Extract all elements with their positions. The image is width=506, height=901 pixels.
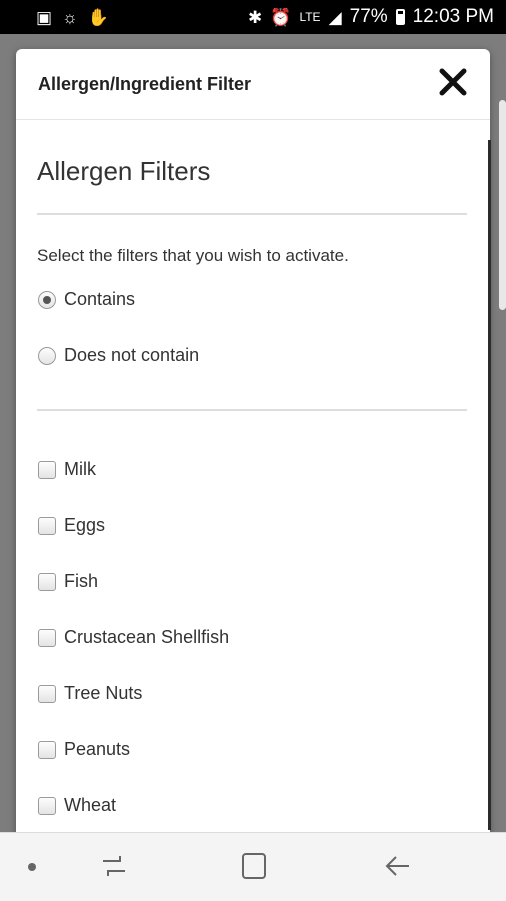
recents-icon (103, 856, 125, 876)
filter-modal: Allergen/Ingredient Filter Allergen Filt… (16, 49, 490, 849)
checkbox-crustacean-shellfish[interactable]: Crustacean Shellfish (38, 627, 229, 648)
dot-icon (28, 863, 36, 871)
checkbox-label: Crustacean Shellfish (64, 627, 230, 647)
status-bar: ▣ ☼ ✋ ✱ ⏰ LTE ◢ 77% 12:03 PM (0, 0, 506, 34)
checkbox-tree-nuts[interactable]: Tree Nuts (38, 683, 142, 704)
checkbox[interactable] (38, 684, 56, 703)
notification-icon: ✋ (87, 7, 109, 27)
checkbox-label: Eggs (64, 515, 106, 535)
brightness-icon: ☼ (62, 7, 78, 27)
clock: 12:03 PM (412, 6, 494, 27)
home-icon (242, 853, 266, 879)
checkbox[interactable] (38, 460, 56, 479)
checkbox-milk[interactable]: Milk (38, 459, 96, 480)
radio-label: Does not contain (64, 345, 200, 365)
gallery-icon: ▣ (36, 7, 53, 27)
page-scrollbar[interactable] (499, 100, 506, 310)
section-title: Allergen Filters (37, 156, 211, 186)
instructions: Select the filters that you wish to acti… (37, 246, 349, 265)
navigation-bar (0, 832, 506, 901)
close-button[interactable] (438, 67, 468, 97)
status-right-icons: ✱ ⏰ LTE ◢ 77% 12:03 PM (248, 6, 494, 28)
home-button[interactable] (241, 852, 267, 880)
checkbox-eggs[interactable]: Eggs (38, 515, 105, 536)
checkbox[interactable] (38, 572, 56, 591)
radio-option-contains[interactable]: Contains (38, 289, 135, 310)
divider (37, 213, 467, 215)
battery-percent: 77% (349, 6, 388, 27)
checkbox[interactable] (38, 628, 56, 647)
checkbox-label: Peanuts (64, 739, 131, 759)
checkbox-fish[interactable]: Fish (38, 571, 98, 592)
radio-button[interactable] (38, 290, 56, 309)
nav-dot-button[interactable] (28, 863, 36, 871)
close-icon (439, 68, 467, 96)
checkbox[interactable] (38, 740, 56, 759)
checkbox-label: Milk (64, 459, 96, 479)
checkbox-label: Fish (64, 571, 99, 591)
recents-button[interactable] (100, 853, 128, 879)
modal-title: Allergen/Ingredient Filter (38, 74, 252, 94)
modal-header: Allergen/Ingredient Filter (16, 49, 490, 120)
radio-option-does-not-contain[interactable]: Does not contain (38, 345, 199, 366)
checkbox-label: Wheat (64, 795, 117, 815)
checkbox-wheat[interactable]: Wheat (38, 795, 116, 816)
checkbox[interactable] (38, 516, 56, 535)
battery-icon (395, 9, 405, 25)
network-type: LTE (299, 10, 321, 24)
radio-button[interactable] (38, 346, 56, 365)
divider (37, 409, 467, 411)
checkbox-label: Tree Nuts (64, 683, 143, 703)
alarm-icon: ⏰ (270, 7, 292, 27)
modal-scroll-edge (488, 140, 491, 830)
back-button[interactable] (383, 852, 411, 880)
bluetooth-icon: ✱ (248, 7, 263, 27)
back-icon (385, 856, 409, 876)
checkbox[interactable] (38, 796, 56, 815)
checkbox-peanuts[interactable]: Peanuts (38, 739, 130, 760)
status-left-icons: ▣ ☼ ✋ (36, 9, 109, 26)
radio-label: Contains (64, 289, 136, 309)
signal-icon: ◢ (328, 7, 342, 27)
